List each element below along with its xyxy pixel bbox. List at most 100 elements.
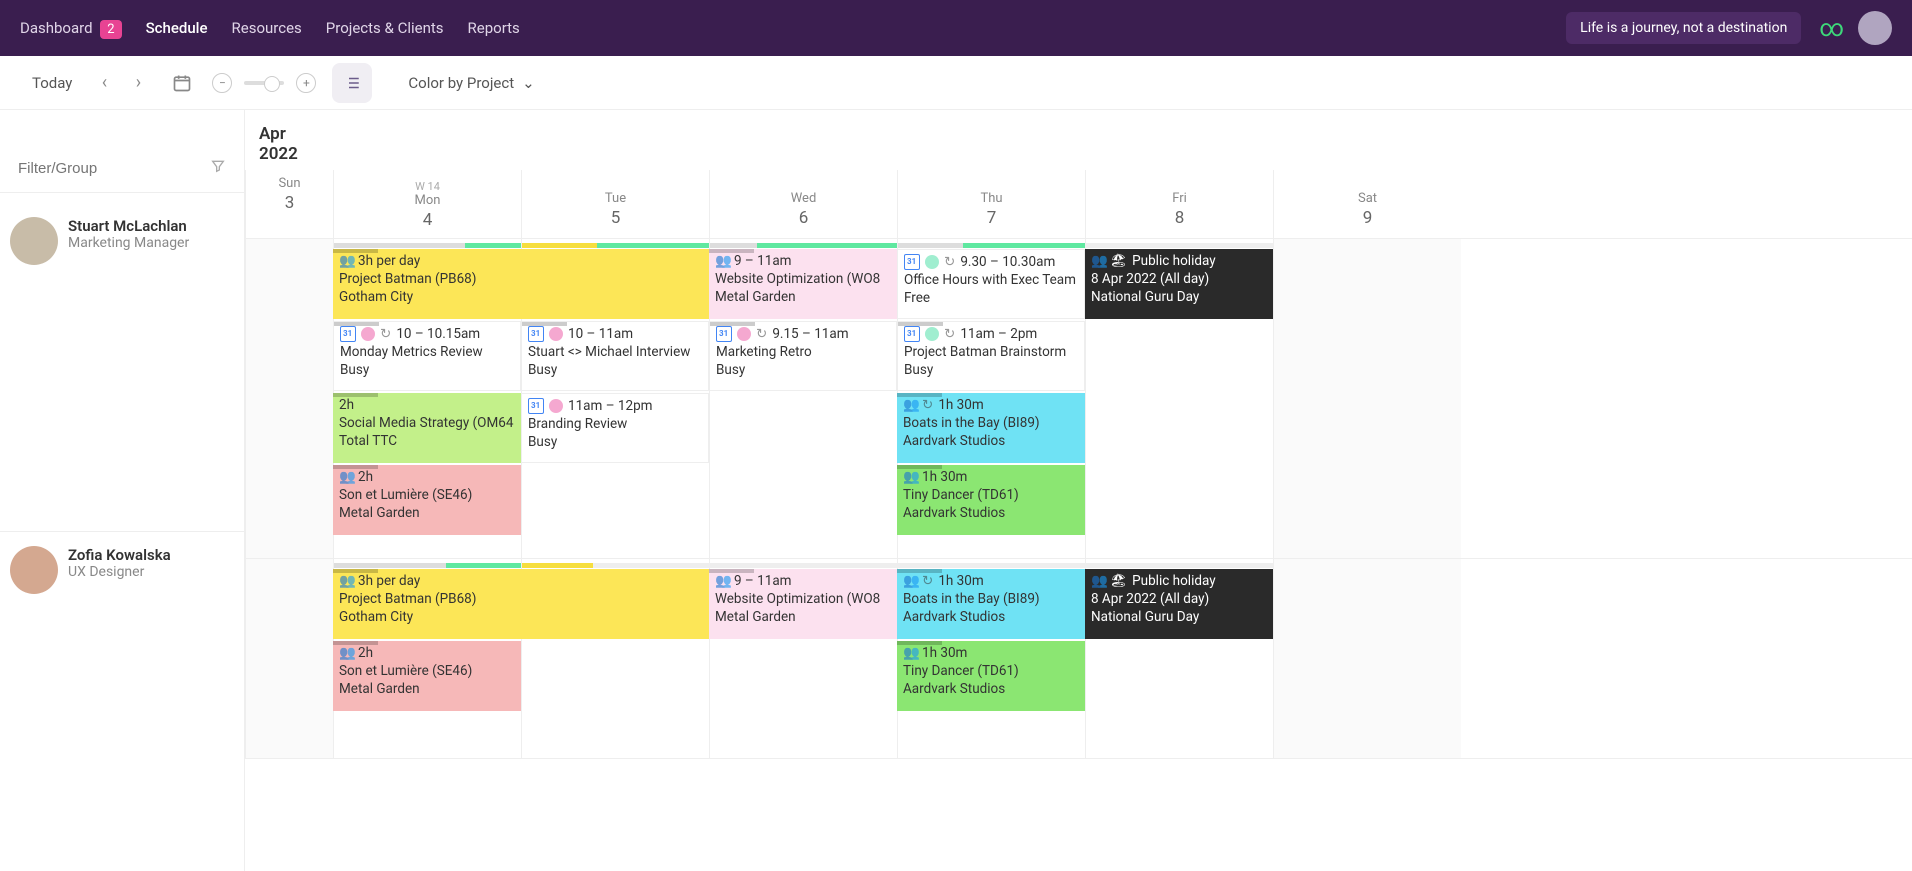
- schedule-toolbar: Today ‹ › − + Color by Project ⌄: [0, 56, 1912, 110]
- event-social-media[interactable]: 2h Social Media Strategy (OM64 Total TTC: [333, 393, 521, 463]
- user-avatar[interactable]: [1858, 11, 1892, 45]
- event-brainstorm[interactable]: ↻11am – 2pm Project Batman Brainstorm Bu…: [897, 321, 1085, 391]
- nav-reports[interactable]: Reports: [468, 19, 520, 37]
- event-boats[interactable]: 👥↻1h 30m Boats in the Bay (BI89) Aardvar…: [897, 569, 1085, 639]
- capacity-bar: [522, 563, 709, 568]
- day-col-sun[interactable]: [245, 559, 333, 758]
- capacity-bar: [334, 563, 521, 568]
- people-icon: 👥: [1091, 572, 1105, 590]
- people-icon: 👥: [1091, 252, 1105, 270]
- capacity-bar: [710, 243, 897, 248]
- recurring-icon: ↻: [944, 253, 955, 271]
- event-marketing-retro[interactable]: ↻9.15 – 11am Marketing Retro Busy: [709, 321, 897, 391]
- zoom-in-button[interactable]: +: [296, 73, 316, 93]
- zoom-out-button[interactable]: −: [212, 73, 232, 93]
- event-wo8[interactable]: 👥9 – 11am Website Optimization (WO8 Meta…: [709, 249, 897, 319]
- color-by-dropdown[interactable]: Color by Project ⌄: [408, 74, 534, 92]
- next-button[interactable]: ›: [124, 69, 152, 97]
- gcal-icon: [528, 398, 544, 414]
- event-boats[interactable]: 👥↻1h 30m Boats in the Bay (BI89) Aardvar…: [897, 393, 1085, 463]
- person-cell[interactable]: Stuart McLachlan Marketing Manager: [0, 203, 245, 279]
- color-dot-icon: [925, 327, 939, 341]
- nav-schedule[interactable]: Schedule: [146, 19, 208, 37]
- gcal-icon: [528, 326, 544, 342]
- day-col-sat[interactable]: [1273, 559, 1461, 758]
- quote-banner: Life is a journey, not a destination: [1566, 12, 1801, 44]
- nav-projects[interactable]: Projects & Clients: [326, 19, 444, 37]
- event-office-hours[interactable]: ↻9.30 – 10.30am Office Hours with Exec T…: [897, 249, 1085, 319]
- event-pb68[interactable]: 👥3h per day Project Batman (PB68) Gotham…: [333, 249, 709, 319]
- dashboard-badge: 2: [100, 20, 121, 39]
- day-head-fri[interactable]: Fri8: [1085, 170, 1273, 238]
- people-icon: 👥: [339, 644, 353, 662]
- infinity-icon[interactable]: ∞: [1819, 14, 1844, 42]
- person-role: UX Designer: [68, 564, 171, 580]
- holiday-icon: 🏖: [1110, 252, 1127, 270]
- holiday-icon: 🏖: [1110, 572, 1127, 590]
- event-sel[interactable]: 👥2h Son et Lumière (SE46) Metal Garden: [333, 465, 521, 535]
- person-avatar: [10, 217, 58, 265]
- nav-dashboard[interactable]: Dashboard 2: [20, 19, 122, 37]
- recurring-icon: ↻: [944, 325, 955, 343]
- event-holiday[interactable]: 👥🏖Public holiday 8 Apr 2022 (All day) Na…: [1085, 569, 1273, 639]
- color-dot-icon: [361, 327, 375, 341]
- people-icon: 👥: [903, 644, 917, 662]
- person-cell[interactable]: Zofia Kowalska UX Designer: [0, 532, 245, 608]
- filter-icon[interactable]: [210, 158, 226, 178]
- day-head-tue[interactable]: Tue5: [521, 170, 709, 238]
- people-icon: 👥: [715, 252, 729, 270]
- day-col-sat[interactable]: [1273, 239, 1461, 558]
- event-holiday[interactable]: 👥🏖Public holiday 8 Apr 2022 (All day) Na…: [1085, 249, 1273, 319]
- event-pb68[interactable]: 👥3h per day Project Batman (PB68) Gotham…: [333, 569, 709, 639]
- today-button[interactable]: Today: [20, 66, 84, 100]
- list-view-toggle[interactable]: [332, 63, 372, 103]
- people-icon: 👥: [715, 572, 729, 590]
- event-stuart-interview[interactable]: 10 – 11am Stuart <> Michael Interview Bu…: [521, 321, 709, 391]
- nav-resources[interactable]: Resources: [232, 19, 302, 37]
- people-icon: 👥: [903, 396, 917, 414]
- event-wo8[interactable]: 👥9 – 11am Website Optimization (WO8 Meta…: [709, 569, 897, 639]
- day-header-row: Sun3 W 14 Mon4 Tue5 Wed6 Thu7 Fri8 Sat9: [245, 170, 1912, 239]
- calendar-icon[interactable]: [168, 69, 196, 97]
- capacity-bar: [898, 243, 1085, 248]
- capacity-bar: [334, 243, 521, 248]
- capacity-bar: [710, 563, 897, 568]
- week-label: W 14: [334, 176, 521, 193]
- day-col-sun[interactable]: [245, 239, 333, 558]
- event-sel[interactable]: 👥2h Son et Lumière (SE46) Metal Garden: [333, 641, 521, 711]
- capacity-bar: [1086, 563, 1273, 568]
- recurring-icon: ↻: [756, 325, 767, 343]
- event-branding-review[interactable]: 11am – 12pm Branding Review Busy: [521, 393, 709, 463]
- color-dot-icon: [737, 327, 751, 341]
- prev-button[interactable]: ‹: [90, 69, 118, 97]
- people-icon: 👥: [339, 252, 353, 270]
- month-label: Apr 2022: [245, 110, 333, 170]
- event-tiny-dancer[interactable]: 👥1h 30m Tiny Dancer (TD61) Aardvark Stud…: [897, 465, 1085, 535]
- capacity-bar: [522, 243, 709, 248]
- person-role: Marketing Manager: [68, 235, 189, 251]
- person-row: Zofia Kowalska UX Designer: [245, 559, 1912, 759]
- gcal-icon: [904, 254, 920, 270]
- day-head-wed[interactable]: Wed6: [709, 170, 897, 238]
- person-avatar: [10, 546, 58, 594]
- people-icon: 👥: [339, 468, 353, 486]
- people-icon: 👥: [903, 468, 917, 486]
- day-head-thu[interactable]: Thu7: [897, 170, 1085, 238]
- recurring-icon: ↻: [922, 396, 933, 414]
- person-name: Zofia Kowalska: [68, 546, 171, 564]
- chevron-down-icon: ⌄: [522, 74, 535, 92]
- day-head-mon[interactable]: W 14 Mon4: [333, 170, 521, 238]
- color-dot-icon: [549, 327, 563, 341]
- event-monday-metrics[interactable]: ↻10 – 10.15am Monday Metrics Review Busy: [333, 321, 521, 391]
- recurring-icon: ↻: [922, 572, 933, 590]
- zoom-slider[interactable]: [244, 81, 284, 85]
- day-head-sun[interactable]: Sun3: [245, 170, 333, 238]
- person-name: Stuart McLachlan: [68, 217, 189, 235]
- gcal-icon: [340, 326, 356, 342]
- people-icon: 👥: [903, 572, 917, 590]
- filter-input[interactable]: [18, 160, 158, 177]
- gcal-icon: [716, 326, 732, 342]
- day-head-sat[interactable]: Sat9: [1273, 170, 1461, 238]
- event-tiny-dancer[interactable]: 👥1h 30m Tiny Dancer (TD61) Aardvark Stud…: [897, 641, 1085, 711]
- capacity-bar: [1086, 243, 1273, 248]
